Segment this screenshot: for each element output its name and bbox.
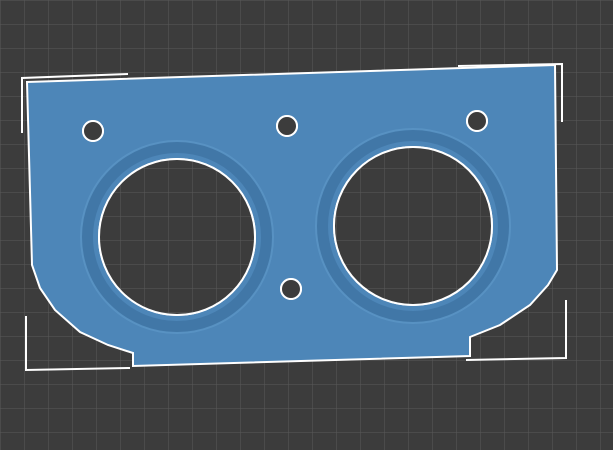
3d-viewport[interactable] [0,0,613,450]
circle-hole-icon [280,278,302,300]
build-plate-scene[interactable] [0,0,613,450]
part-mounting-plate[interactable] [25,63,559,368]
circle-hole-icon [276,115,298,137]
circle-hole-icon [82,120,104,142]
circle-hole-icon [466,110,488,132]
